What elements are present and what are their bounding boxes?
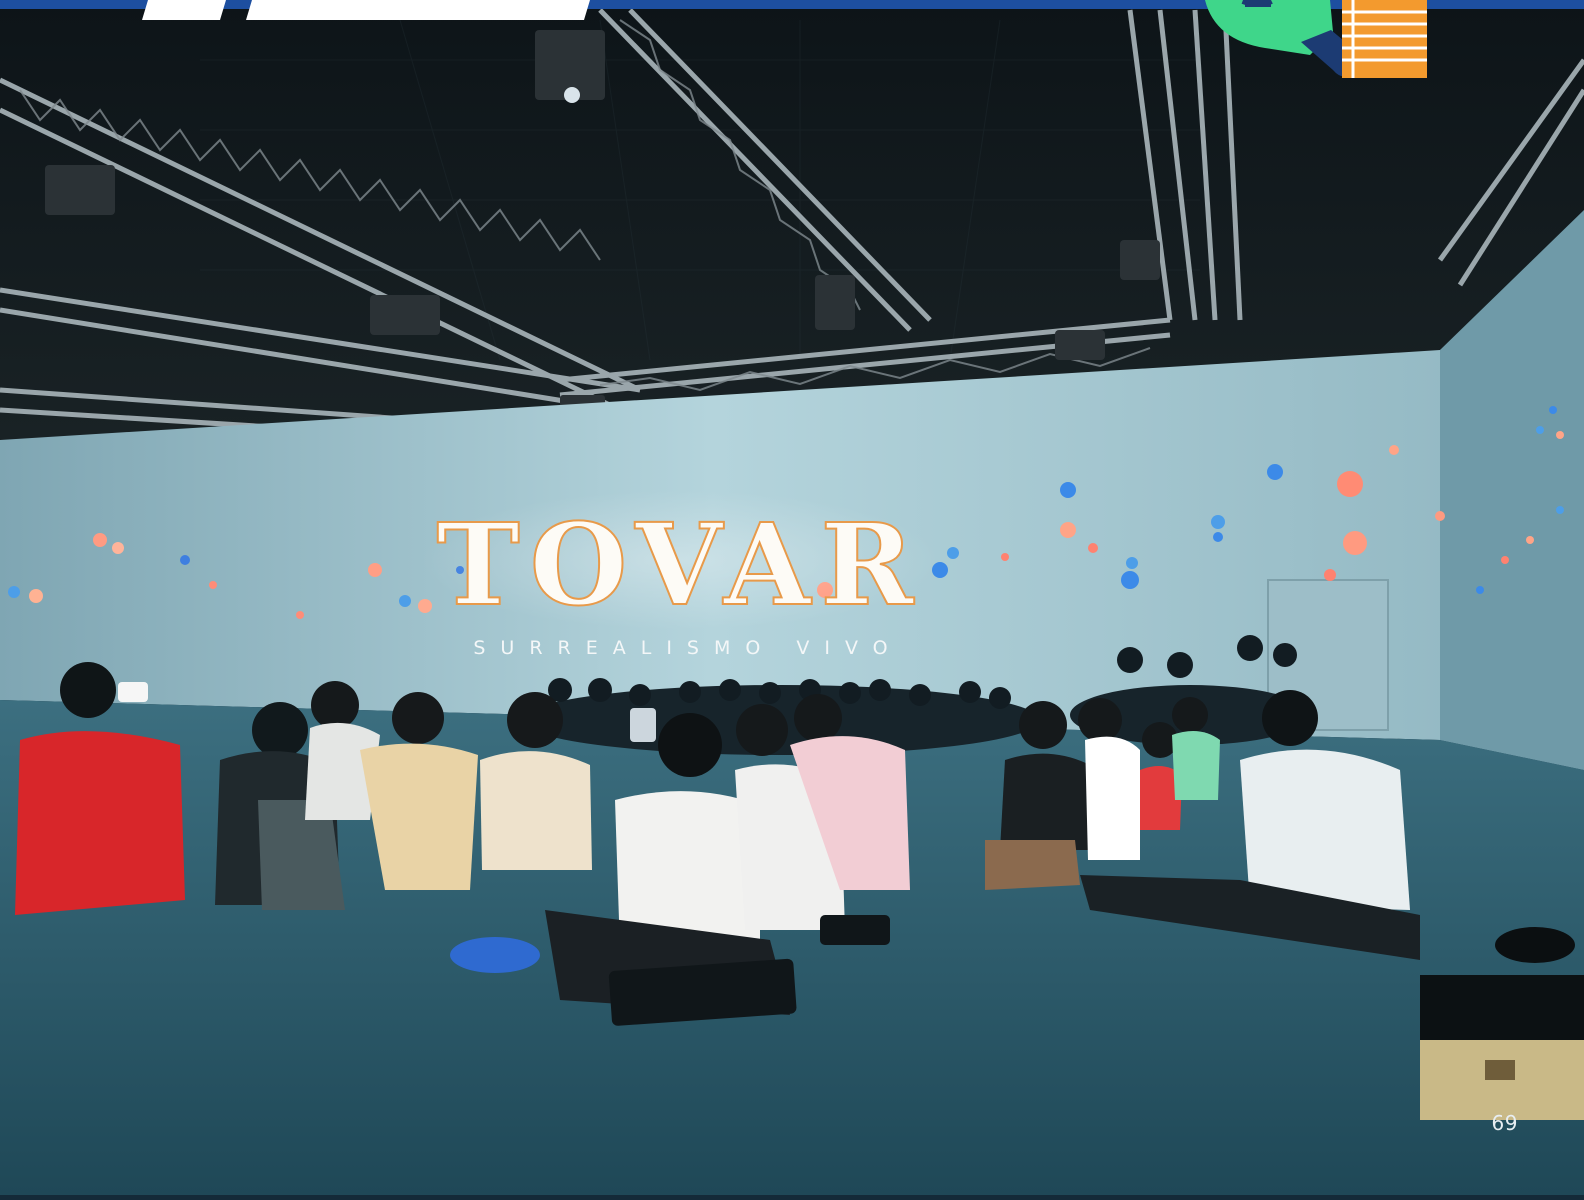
money-search-icon	[1205, 0, 1355, 77]
publication-logo	[1205, 0, 1435, 82]
exhibition-photo: TOVAR SURREALISMO VIVO	[0, 0, 1584, 1195]
projection-title: TOVAR	[436, 500, 923, 631]
header-tab-long	[246, 0, 590, 20]
header-tab-short	[142, 0, 226, 20]
projection-subtitle: SURREALISMO VIVO	[473, 637, 902, 659]
ledger-icon	[1342, 0, 1427, 78]
page-number: 69	[1491, 1111, 1518, 1135]
